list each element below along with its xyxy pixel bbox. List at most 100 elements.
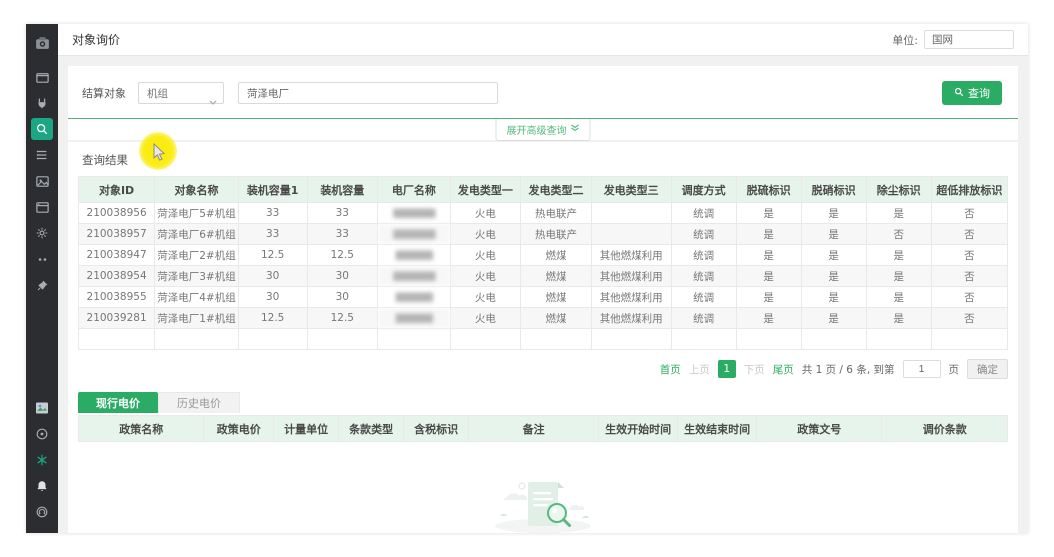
table-cell: 是 [801, 245, 866, 266]
unit-input[interactable] [924, 30, 1014, 49]
table-cell: 否 [866, 224, 931, 245]
column-header: 调度方式 [671, 177, 736, 203]
table-cell: 30 [307, 287, 378, 308]
table-cell: 否 [931, 224, 1007, 245]
table-cell: 火电 [450, 245, 521, 266]
table-cell: 燃煤 [521, 287, 592, 308]
app-logo-icon [31, 32, 53, 54]
table-cell: 是 [866, 266, 931, 287]
table-header-row: 对象ID对象名称装机容量1装机容量电厂名称发电类型一发电类型二发电类型三调度方式… [79, 177, 1008, 203]
table-cell: 菏泽电厂5#机组 [155, 203, 239, 224]
table-cell: 菏泽电厂6#机组 [155, 224, 239, 245]
sidebar-item-pin-icon[interactable] [31, 274, 53, 296]
advanced-search-toggle[interactable]: 展开高级查询 [496, 119, 591, 141]
table-cell [931, 329, 1007, 350]
table-cell: 其他燃煤利用 [591, 287, 671, 308]
tab-history-price[interactable]: 历史电价 [158, 392, 240, 413]
table-cell: 是 [736, 308, 801, 329]
table-cell: 是 [736, 245, 801, 266]
double-chevron-down-icon [571, 124, 580, 135]
sidebar-item-list-icon[interactable] [31, 144, 53, 166]
table-cell: 是 [801, 287, 866, 308]
table-cell [307, 329, 378, 350]
keyword-input[interactable] [238, 82, 498, 104]
table-cell: 是 [736, 224, 801, 245]
sidebar-item-quote-icon[interactable] [31, 248, 53, 270]
table-row[interactable]: 210038956菏泽电厂5#机组3333████████火电热电联产统调是是是… [79, 203, 1008, 224]
sidebar-item-search-icon[interactable] [31, 118, 53, 140]
advanced-divider: 展开高级查询 [68, 118, 1018, 119]
topbar: 对象询价 单位: [58, 24, 1028, 56]
table-cell: 燃煤 [521, 245, 592, 266]
pagination-confirm-button[interactable]: 确定 [967, 359, 1008, 379]
pagination-goto-input[interactable] [903, 360, 941, 378]
table-cell: 否 [931, 308, 1007, 329]
table-cell: 是 [801, 308, 866, 329]
table-cell: 12.5 [238, 245, 307, 266]
table-row[interactable]: 210038954菏泽电厂3#机组3030████████火电燃煤其他燃煤利用统… [79, 266, 1008, 287]
table-cell: 其他燃煤利用 [591, 245, 671, 266]
table-cell: 是 [866, 308, 931, 329]
no-data-illustration [478, 464, 608, 533]
pagination-last[interactable]: 尾页 [773, 362, 794, 377]
sidebar-item-compass-icon[interactable] [31, 423, 53, 445]
table-cell [591, 329, 671, 350]
sidebar-item-preview-icon[interactable] [31, 397, 53, 419]
table-cell: 12.5 [307, 308, 378, 329]
table-cell: 燃煤 [521, 308, 592, 329]
settlement-object-select[interactable]: 机组 [138, 82, 224, 104]
table-cell: 210038955 [79, 287, 155, 308]
table-cell: 统调 [671, 203, 736, 224]
table-cell: ████████ [378, 266, 450, 287]
sidebar-item-help-icon[interactable] [31, 501, 53, 523]
table-row[interactable]: 210038955菏泽电厂4#机组3030███████火电燃煤其他燃煤利用统调… [79, 287, 1008, 308]
sidebar-item-plugin-icon[interactable] [31, 92, 53, 114]
table-cell: ███████ [378, 287, 450, 308]
column-header: 政策文号 [757, 416, 882, 442]
select-value: 机组 [147, 86, 168, 101]
empty-state: 暂无数据 [78, 442, 1008, 533]
table-cell: 否 [931, 287, 1007, 308]
pagination-next[interactable]: 下页 [744, 362, 765, 377]
column-header: 脱硝标识 [801, 177, 866, 203]
sidebar-item-gear-icon[interactable] [31, 222, 53, 244]
table-header-row: 政策名称政策电价计量单位条款类型含税标识备注生效开始时间生效结束时间政策文号调价… [79, 416, 1008, 442]
table-cell: 否 [931, 245, 1007, 266]
table-row[interactable]: 210038947菏泽电厂2#机组12.512.5███████火电燃煤其他燃煤… [79, 245, 1008, 266]
table-cell: 统调 [671, 266, 736, 287]
table-row[interactable]: 210039281菏泽电厂1#机组12.512.5███████火电燃煤其他燃煤… [79, 308, 1008, 329]
table-row[interactable]: 210038957菏泽电厂6#机组3333████████火电热电联产统调是是否… [79, 224, 1008, 245]
table-row[interactable] [79, 329, 1008, 350]
sidebar-item-window-icon[interactable] [31, 196, 53, 218]
results-table: 对象ID对象名称装机容量1装机容量电厂名称发电类型一发电类型二发电类型三调度方式… [78, 176, 1008, 350]
sidebar-item-folder-icon[interactable] [31, 66, 53, 88]
sidebar-item-image-icon[interactable] [31, 170, 53, 192]
settlement-object-label: 结算对象 [82, 85, 126, 101]
table-cell: 其他燃煤利用 [591, 266, 671, 287]
column-header: 政策电价 [204, 416, 274, 442]
table-cell: 12.5 [238, 308, 307, 329]
table-cell [79, 329, 155, 350]
pagination-summary: 共 1 页 / 6 条, 到第 [802, 362, 895, 377]
table-cell: 火电 [450, 266, 521, 287]
table-cell: ███████ [378, 245, 450, 266]
sidebar-item-theme-icon[interactable] [31, 449, 53, 471]
pagination-current-page[interactable]: 1 [718, 360, 736, 378]
table-cell: 统调 [671, 287, 736, 308]
column-header: 对象ID [79, 177, 155, 203]
pagination-first[interactable]: 首页 [660, 362, 681, 377]
table-cell [866, 329, 931, 350]
tab-current-price[interactable]: 现行电价 [78, 392, 158, 413]
screenshot-root: 对象询价 单位: 结算对象 机组 [0, 0, 1054, 557]
sidebar-item-notification-icon[interactable] [31, 475, 53, 497]
column-header: 装机容量 [307, 177, 378, 203]
column-header: 计量单位 [274, 416, 339, 442]
table-cell: 12.5 [307, 245, 378, 266]
search-button[interactable]: 查询 [942, 81, 1002, 105]
column-header: 电厂名称 [378, 177, 450, 203]
table-cell: 是 [866, 245, 931, 266]
unit-group: 单位: [892, 30, 1014, 49]
advanced-toggle-label: 展开高级查询 [507, 122, 567, 137]
pagination-prev[interactable]: 上页 [689, 362, 710, 377]
column-header: 发电类型二 [521, 177, 592, 203]
